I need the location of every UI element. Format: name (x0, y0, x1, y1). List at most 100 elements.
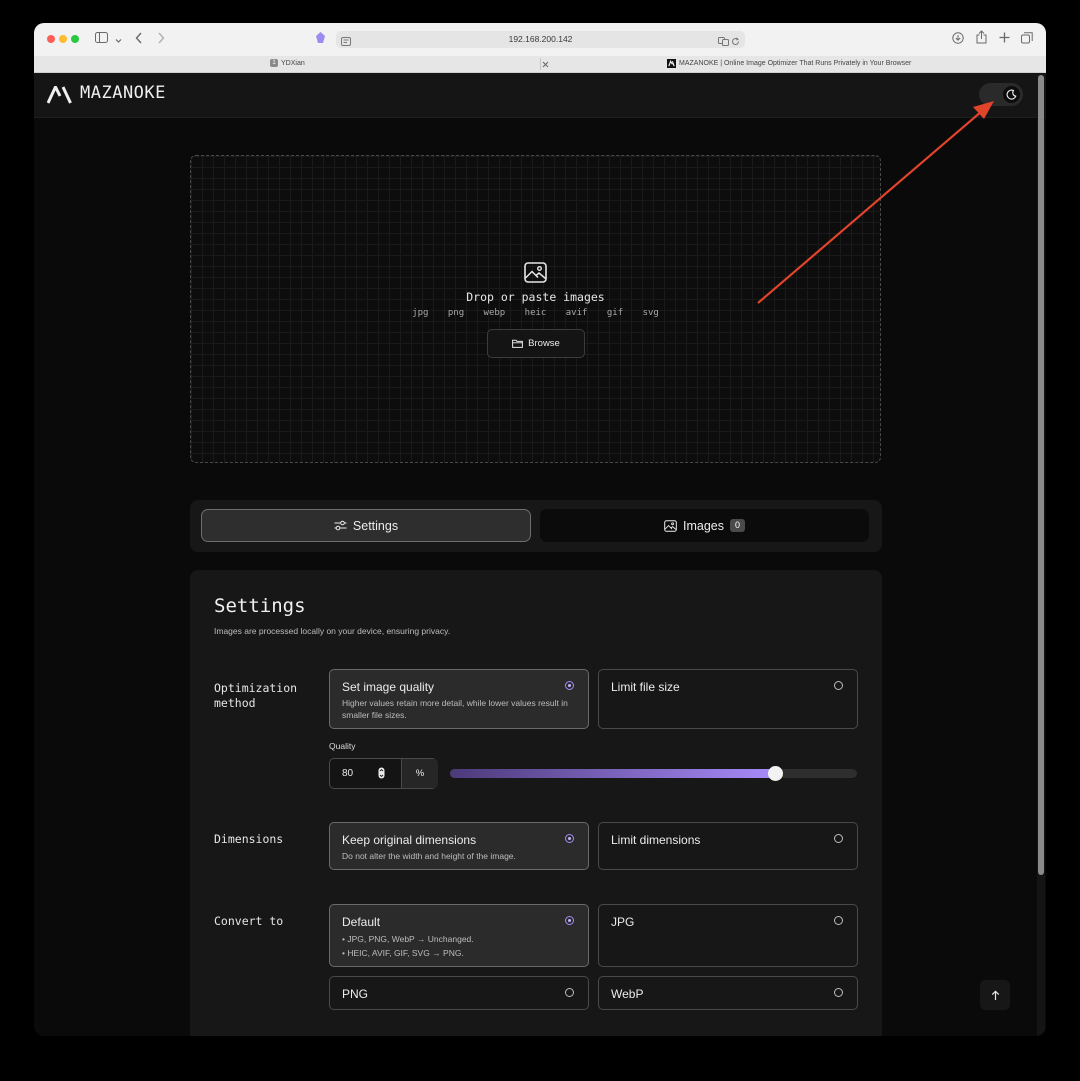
tab-label: MAZANOKE | Online Image Optimizer That R… (679, 60, 912, 67)
option-desc: • JPG, PNG, WebP → Unchanged. • HEIC, AV… (342, 933, 582, 959)
tab-overview-icon[interactable] (1021, 32, 1033, 47)
tab-images[interactable]: Images 0 (540, 509, 869, 542)
share-icon[interactable] (976, 30, 987, 47)
close-window-button[interactable] (47, 35, 55, 43)
option-title: Set image quality (342, 680, 435, 694)
address-bar[interactable]: 192.168.200.142 (336, 31, 745, 48)
images-count-badge: 0 (729, 519, 745, 532)
tab-settings-label: Settings (352, 518, 399, 533)
quality-unit: % (401, 759, 438, 788)
zoom-window-button[interactable] (71, 35, 79, 43)
option-convert-webp[interactable]: WebP (598, 976, 858, 1010)
page-scrollbar[interactable] (1037, 73, 1045, 1036)
quality-input[interactable]: 80 % (329, 758, 438, 789)
radio-unselected[interactable] (834, 681, 843, 690)
tab-images-label: Images (682, 518, 724, 533)
mazanoke-favicon (667, 58, 676, 68)
shield-icon[interactable] (315, 31, 326, 48)
option-title: Limit file size (611, 680, 680, 694)
page-content: MAZANOKE Drop or paste images jpg png we… (34, 73, 1046, 1036)
format-gif: gif (606, 308, 624, 318)
arrow-up-icon (991, 989, 999, 1000)
address-text: 192.168.200.142 (508, 34, 573, 44)
option-desc-line: • JPG, PNG, WebP → Unchanged. (342, 934, 474, 944)
new-tab-icon[interactable] (999, 32, 1010, 46)
download-icon[interactable] (952, 32, 964, 47)
tab-settings[interactable]: Settings (201, 509, 531, 542)
browser-tab-ydxian[interactable]: 1 YDXian (270, 56, 305, 72)
translate-icon[interactable] (718, 35, 729, 52)
optimization-method-label: Optimization method (214, 681, 298, 710)
option-desc-line: • HEIC, AVIF, GIF, SVG → PNG. (342, 948, 464, 958)
option-keep-original-dimensions[interactable]: Keep original dimensions Do not alter th… (329, 822, 589, 870)
radio-selected[interactable] (565, 834, 574, 843)
option-convert-default[interactable]: Default • JPG, PNG, WebP → Unchanged. • … (329, 904, 589, 967)
dropzone-title: Drop or paste images (466, 290, 605, 304)
image-icon (524, 262, 547, 283)
app-header: MAZANOKE (34, 73, 1046, 118)
minimize-window-button[interactable] (59, 35, 67, 43)
option-title: Default (342, 915, 381, 929)
option-title: PNG (342, 987, 369, 1001)
browse-label: Browse (528, 338, 560, 349)
scroll-to-top-button[interactable] (980, 980, 1010, 1010)
stepper-icon[interactable] (378, 767, 385, 779)
folder-icon (512, 339, 524, 348)
radio-unselected[interactable] (834, 988, 843, 997)
radio-selected[interactable] (565, 916, 574, 925)
radio-unselected[interactable] (565, 988, 574, 997)
convert-to-label: Convert to (214, 914, 284, 928)
brand-name: MAZANOKE (80, 83, 166, 103)
quality-slider-thumb[interactable] (768, 766, 784, 781)
option-convert-jpg[interactable]: JPG (598, 904, 858, 967)
option-title: Limit dimensions (611, 833, 701, 847)
option-title: Keep original dimensions (342, 833, 477, 847)
settings-panel: Settings Images are processed locally on… (190, 570, 882, 1036)
format-webp: webp (483, 308, 506, 318)
option-limit-dimensions[interactable]: Limit dimensions (598, 822, 858, 870)
tab-close-icon[interactable] (542, 56, 549, 72)
settings-subtitle: Images are processed locally on your dev… (214, 626, 451, 636)
moon-icon (1006, 89, 1017, 100)
option-limit-file-size[interactable]: Limit file size (598, 669, 858, 729)
chevron-down-icon[interactable] (115, 33, 122, 47)
format-jpg: jpg (412, 308, 429, 318)
option-set-image-quality[interactable]: Set image quality Higher values retain m… (329, 669, 589, 729)
radio-unselected[interactable] (834, 916, 843, 925)
image-icon (664, 519, 677, 532)
browser-tab-mazanoke[interactable]: MAZANOKE | Online Image Optimizer That R… (667, 56, 911, 72)
format-avif: avif (565, 308, 588, 318)
image-dropzone[interactable]: Drop or paste images jpg png webp heic a… (190, 155, 881, 463)
mazanoke-logo-icon (47, 86, 72, 104)
format-svg: svg (642, 308, 659, 318)
browser-toolbar: 192.168.200.142 (34, 23, 1046, 57)
option-title: JPG (611, 915, 635, 929)
browser-window: 192.168.200.142 1 YDXian MAZANOKE | Onli… (34, 23, 1046, 1036)
tab-label: YDXian (281, 60, 305, 67)
back-icon[interactable] (135, 32, 143, 47)
forward-icon[interactable] (157, 32, 165, 47)
tab-favicon: 1 (270, 59, 278, 68)
scrollbar-thumb[interactable] (1038, 75, 1044, 875)
browse-button[interactable]: Browse (487, 329, 585, 358)
option-convert-png[interactable]: PNG (329, 976, 589, 1010)
option-title: WebP (611, 987, 644, 1001)
reader-icon[interactable] (341, 35, 351, 52)
format-png: png (447, 308, 465, 318)
format-heic: heic (524, 308, 547, 318)
theme-toggle-knob (1003, 86, 1020, 103)
theme-toggle[interactable] (979, 83, 1023, 106)
panel-tabs: Settings Images 0 (190, 500, 882, 552)
quality-label: Quality (329, 741, 356, 751)
radio-unselected[interactable] (834, 834, 843, 843)
option-desc: Do not alter the width and height of the… (342, 851, 516, 861)
dimensions-label: Dimensions (214, 832, 284, 846)
sliders-icon (334, 520, 347, 531)
sidebar-icon[interactable] (95, 32, 108, 46)
reload-icon[interactable] (731, 35, 740, 52)
browser-tab-bar: 1 YDXian MAZANOKE | Online Image Optimize… (34, 56, 1046, 73)
quality-value[interactable]: 80 (342, 768, 353, 779)
quality-slider-track[interactable] (450, 769, 857, 778)
radio-selected[interactable] (565, 681, 574, 690)
tab-divider (540, 58, 541, 70)
